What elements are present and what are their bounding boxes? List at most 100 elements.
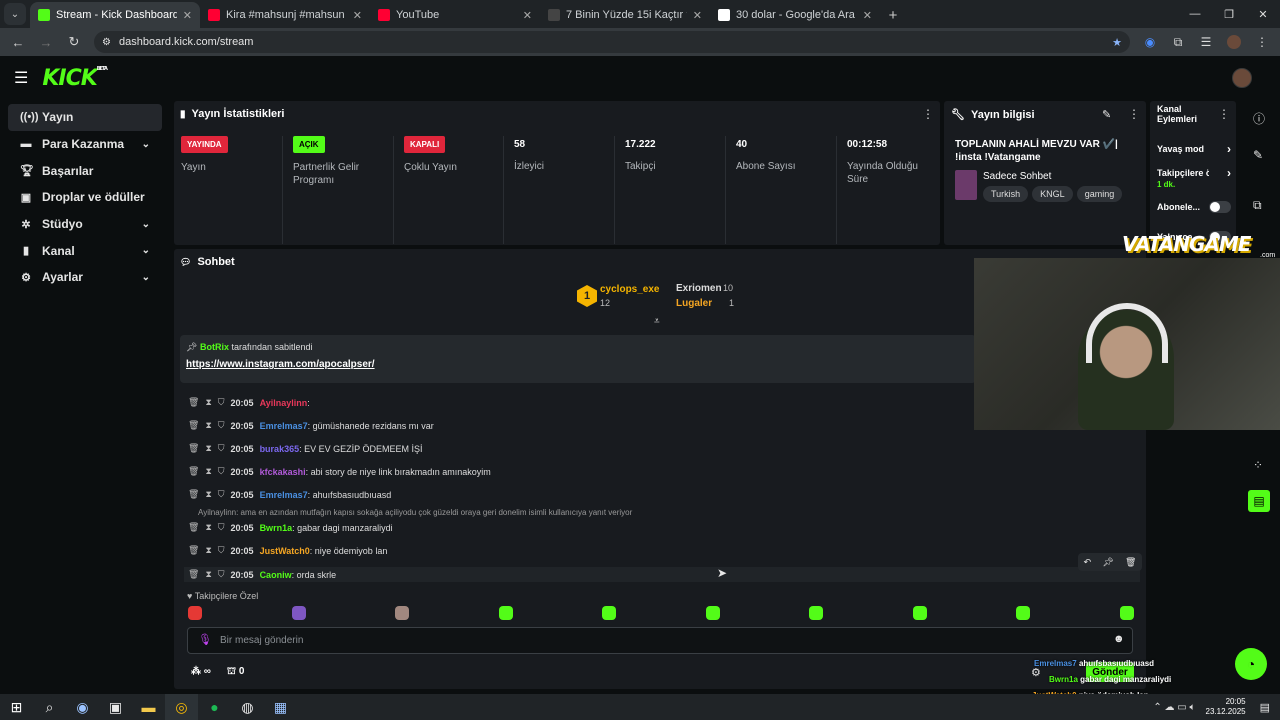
minimize-icon[interactable]: — — [1178, 0, 1212, 28]
timeout-icon[interactable]: ⧗ — [205, 466, 211, 477]
message-username[interactable]: Ayilnaylinn — [260, 398, 308, 408]
message-username[interactable]: kfckakashi — [260, 467, 306, 477]
chat-message[interactable]: 🗑︎ ⧗ ⛉ 20:05 JustWatch0: niye ödemiyob lan — [188, 545, 387, 556]
steam-icon[interactable]: ◉ — [66, 694, 99, 720]
tag-chip[interactable]: KNGL — [1032, 186, 1073, 202]
chevron-right-icon[interactable]: › — [1227, 166, 1231, 180]
timeout-icon[interactable]: ⧗ — [205, 489, 211, 500]
sidebar-item[interactable]: ▬ Para Kazanma ⌄ — [8, 131, 162, 158]
close-window-icon[interactable]: ✕ — [1246, 0, 1280, 28]
timeout-icon[interactable]: ⧗ — [205, 522, 211, 533]
leader-2-name[interactable]: Exriomen — [676, 283, 722, 294]
emote-icon[interactable] — [809, 606, 823, 620]
leader-3-name[interactable]: Lugaler — [676, 298, 712, 309]
emoji-icon[interactable]: ☻ — [1113, 633, 1125, 645]
message-username[interactable]: JustWatch0 — [260, 546, 310, 556]
message-username[interactable]: Emrelmas7 — [260, 421, 308, 431]
forward-icon[interactable]: → — [34, 30, 58, 54]
tray-icons[interactable]: ⌃ ☁ ▭ 🔈︎ — [1153, 702, 1195, 713]
hamburger-menu-icon[interactable]: ☰ — [14, 68, 28, 88]
tag-chip[interactable]: gaming — [1076, 186, 1123, 202]
bookmark-star-icon[interactable]: ★ — [1112, 36, 1122, 49]
chat-message[interactable]: 🗑︎ ⧗ ⛉ 20:05 kfckakashi: abi story de niye l… — [188, 466, 491, 477]
sidebar-item[interactable]: ▮ Kanal ⌄ — [8, 237, 162, 264]
sidebar-item[interactable]: ((•)) Yayın — [8, 104, 162, 131]
toggle-switch[interactable] — [1209, 201, 1231, 213]
leader-1-name[interactable]: cyclops_exe — [600, 284, 660, 295]
browser-tab[interactable]: Stream - Kick Dashboard ✕ — [30, 2, 200, 28]
pinned-link[interactable]: https://www.instagram.com/apocalpser/ — [186, 359, 375, 370]
delete-icon[interactable]: 🗑︎ — [188, 466, 199, 477]
delete-icon[interactable]: 🗑︎ — [188, 443, 199, 454]
support-button[interactable]: ◔ — [1235, 648, 1267, 680]
browser-menu-icon[interactable]: ⋮ — [1250, 30, 1274, 54]
tab-close-icon[interactable]: ✕ — [183, 9, 192, 22]
tab-close-icon[interactable]: ✕ — [353, 9, 362, 22]
drops-indicator[interactable]: ⁂ ∞ — [191, 666, 211, 679]
clapper-icon[interactable]: ▤ — [1248, 490, 1270, 512]
chat-message[interactable]: 🗑︎ ⧗ ⛉ 20:05 Bwrn1a: gabar dagi manzaraliydi — [188, 522, 393, 533]
start-icon[interactable]: ⊞ — [0, 694, 33, 720]
timeout-icon[interactable]: ⧗ — [205, 443, 211, 454]
actions-menu-icon[interactable]: ⋮ — [1218, 107, 1230, 121]
chevron-down-icon[interactable]: ⌄ — [142, 245, 150, 256]
sidebar-item[interactable]: ▣ Droplar ve ödüller — [8, 184, 162, 211]
delete-icon[interactable]: 🗑︎ — [188, 522, 199, 533]
chat-message[interactable]: 🗑︎ ⧗ ⛉ 20:05 Ayilnaylinn: — [188, 397, 310, 408]
sidebar-item[interactable]: ⚙ Ayarlar ⌄ — [8, 264, 162, 291]
emote-icon[interactable] — [912, 606, 927, 620]
media-icon[interactable]: ☰ — [1194, 30, 1218, 54]
emote-icon[interactable] — [1016, 606, 1030, 620]
collapse-icon[interactable]: ⩡ — [654, 316, 660, 327]
chat-message[interactable]: 🗑︎ ⧗ ⛉ 20:05 Emrelmas7: ahuıfsbasıudbıuasd — [188, 489, 391, 500]
chevron-right-icon[interactable]: › — [1227, 142, 1231, 156]
points-indicator[interactable]: ⛫ 0 — [227, 666, 245, 679]
settings-dots-icon[interactable]: ⁘ — [1253, 458, 1263, 472]
emote-icon[interactable] — [602, 606, 616, 620]
pinned-by[interactable]: BotRix — [200, 342, 229, 352]
maximize-icon[interactable]: ❐ — [1212, 0, 1246, 28]
pen-icon[interactable]: ✎ — [1253, 148, 1263, 162]
channel-action-item[interactable]: Abonele... — [1157, 201, 1231, 213]
obs-icon[interactable]: ◍ — [231, 694, 264, 720]
microphone-icon[interactable]: 🎙︎ — [198, 633, 212, 646]
delete-icon[interactable]: 🗑︎ — [188, 489, 199, 500]
message-username[interactable]: Emrelmas7 — [260, 490, 308, 500]
emote-icon[interactable] — [498, 606, 513, 620]
explorer-icon[interactable]: ▬ — [132, 694, 165, 720]
channel-action-item[interactable]: Yavaş mod › — [1157, 142, 1231, 156]
delete-icon[interactable]: 🗑︎ — [188, 545, 199, 556]
delete-icon[interactable]: 🗑︎ — [188, 420, 199, 431]
delete-icon[interactable]: 🗑︎ — [1125, 557, 1136, 568]
reply-icon[interactable]: ↶ — [1084, 557, 1092, 568]
browser-tab[interactable]: Kira #mahsunj #mahsun #kom ✕ — [200, 2, 370, 28]
message-username[interactable]: Bwrn1a — [260, 523, 293, 533]
profile-icon[interactable] — [1222, 30, 1246, 54]
chat-message[interactable]: 🗑︎ ⧗ ⛉ 20:05 Caoniw: orda skrle — [184, 567, 1140, 582]
timeout-icon[interactable]: ⧗ — [205, 420, 211, 431]
url-field[interactable]: ⚙ dashboard.kick.com/stream ★ — [94, 31, 1130, 53]
new-tab-button[interactable]: + — [880, 2, 906, 28]
message-username[interactable]: burak365 — [260, 444, 300, 454]
timeout-icon[interactable]: ⧗ — [205, 397, 211, 408]
browser-tab[interactable]: 7 Binin Yüzde 15i Kaçtır ? | YÜZ ✕ — [540, 2, 710, 28]
tag-chip[interactable]: Turkish — [983, 186, 1029, 202]
search-icon[interactable]: ⌕ — [33, 694, 66, 720]
notifications-icon[interactable]: ▤ — [1260, 701, 1270, 714]
clock[interactable]: 20:05 23.12.2025 — [1206, 697, 1246, 717]
tab-close-icon[interactable]: ✕ — [523, 9, 532, 22]
emote-icon[interactable] — [705, 606, 720, 620]
chevron-down-icon[interactable]: ⌄ — [142, 139, 150, 150]
tab-close-icon[interactable]: ✕ — [863, 9, 872, 22]
timeout-icon[interactable]: ⧗ — [205, 545, 211, 556]
info-menu-icon[interactable]: ⋮ — [1128, 107, 1140, 121]
sidebar-item[interactable]: ✲ Stüdyo ⌄ — [8, 211, 162, 238]
delete-icon[interactable]: 🗑︎ — [188, 569, 199, 580]
sidebar-item[interactable]: 🏆︎ Başarılar — [8, 157, 162, 184]
reload-icon[interactable]: ↻ — [62, 30, 86, 54]
chat-input[interactable] — [187, 627, 1133, 654]
message-username[interactable]: Caoniw — [260, 570, 292, 580]
tab-search-icon[interactable]: ⌄ — [4, 3, 26, 25]
kick-logo[interactable]: KICKBETA — [42, 66, 108, 91]
emote-icon[interactable] — [188, 606, 202, 620]
